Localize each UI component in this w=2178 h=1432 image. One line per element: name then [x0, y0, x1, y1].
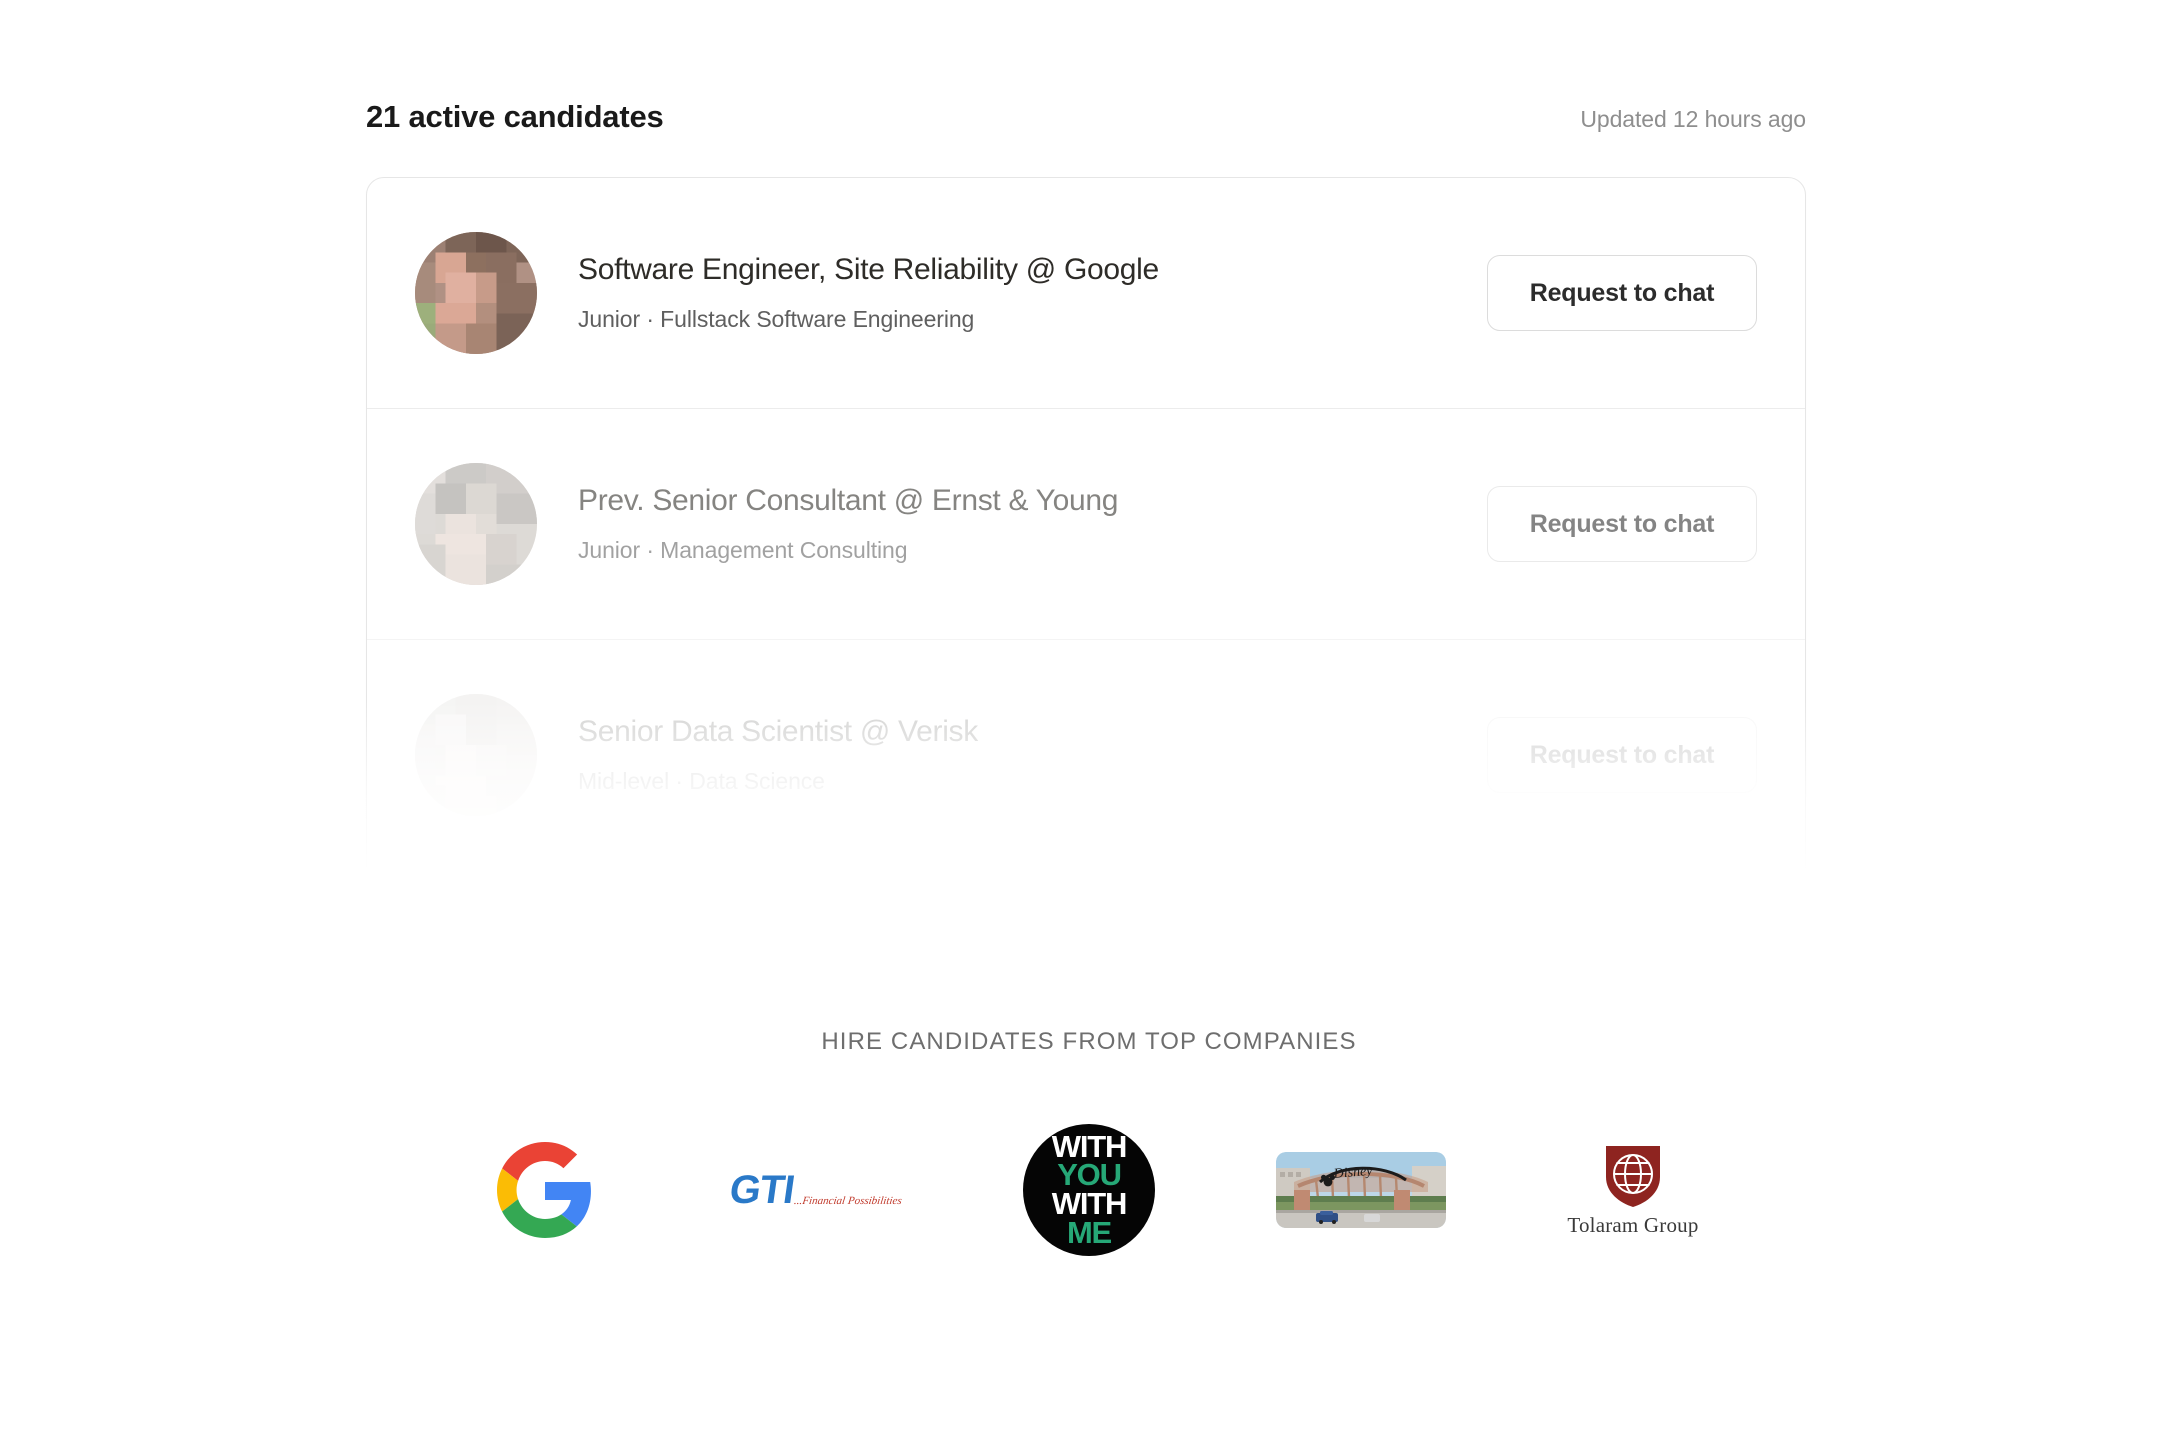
request-to-chat-button[interactable]: Request to chat: [1487, 486, 1757, 562]
page-title: 21 active candidates: [366, 99, 664, 134]
candidates-header: 21 active candidates Updated 12 hours ag…: [366, 98, 1806, 135]
gti-logo: GTI ...Financial Possibilities: [727, 1130, 907, 1250]
candidate-list-card: Software Engineer, Site Reliability @ Go…: [366, 177, 1806, 893]
candidate-subtitle: Mid-level · Data Science: [578, 767, 825, 794]
disney-studios-gate-photo: Disney: [1276, 1152, 1446, 1228]
request-to-chat-button[interactable]: Request to chat: [1487, 717, 1757, 793]
with-you-with-me-logo: WITH YOU WITH ME: [999, 1124, 1179, 1256]
candidate-row[interactable]: Senior Data Scientist @ Verisk Mid-level…: [367, 640, 1805, 871]
tolaram-group-logo: Tolaram Group: [1543, 1130, 1723, 1250]
candidate-subtitle: Junior · Management Consulting: [578, 536, 908, 563]
tolaram-shield-globe-icon: [1606, 1145, 1660, 1207]
avatar: [415, 694, 537, 816]
company-logo-strip: GTI ...Financial Possibilities WITH YOU …: [0, 1124, 2178, 1256]
candidate-title: Prev. Senior Consultant @ Ernst & Young: [578, 484, 1119, 518]
candidate-row[interactable]: Prev. Senior Consultant @ Ernst & Young …: [367, 409, 1805, 640]
candidate-title: Senior Data Scientist @ Verisk: [578, 715, 978, 749]
logos-section-heading: HIRE CANDIDATES FROM TOP COMPANIES: [821, 1028, 1357, 1055]
avatar: [415, 463, 537, 585]
tolaram-group-label: Tolaram Group: [1567, 1212, 1699, 1237]
candidate-row[interactable]: Software Engineer, Site Reliability @ Go…: [367, 178, 1805, 409]
candidate-subtitle: Junior · Fullstack Software Engineering: [578, 305, 975, 332]
google-g-icon: [497, 1142, 591, 1238]
candidate-info: Prev. Senior Consultant @ Ernst & Young …: [578, 482, 1467, 565]
gti-logo-tagline: ...Financial Possibilities: [793, 1195, 903, 1207]
walt-disney-studios-logo: Disney: [1271, 1130, 1451, 1250]
candidates-page: 21 active candidates Updated 12 hours ag…: [0, 0, 2178, 1432]
avatar: [415, 232, 537, 354]
candidate-title: Software Engineer, Site Reliability @ Go…: [578, 253, 1159, 287]
google-logo: [455, 1130, 635, 1250]
gti-logo-text: GTI: [727, 1168, 798, 1212]
candidate-info: Senior Data Scientist @ Verisk Mid-level…: [578, 713, 1467, 796]
request-to-chat-button[interactable]: Request to chat: [1487, 255, 1757, 331]
updated-timestamp: Updated 12 hours ago: [1580, 106, 1806, 132]
candidate-info: Software Engineer, Site Reliability @ Go…: [578, 251, 1467, 334]
wywm-line-4: ME: [1066, 1214, 1112, 1250]
